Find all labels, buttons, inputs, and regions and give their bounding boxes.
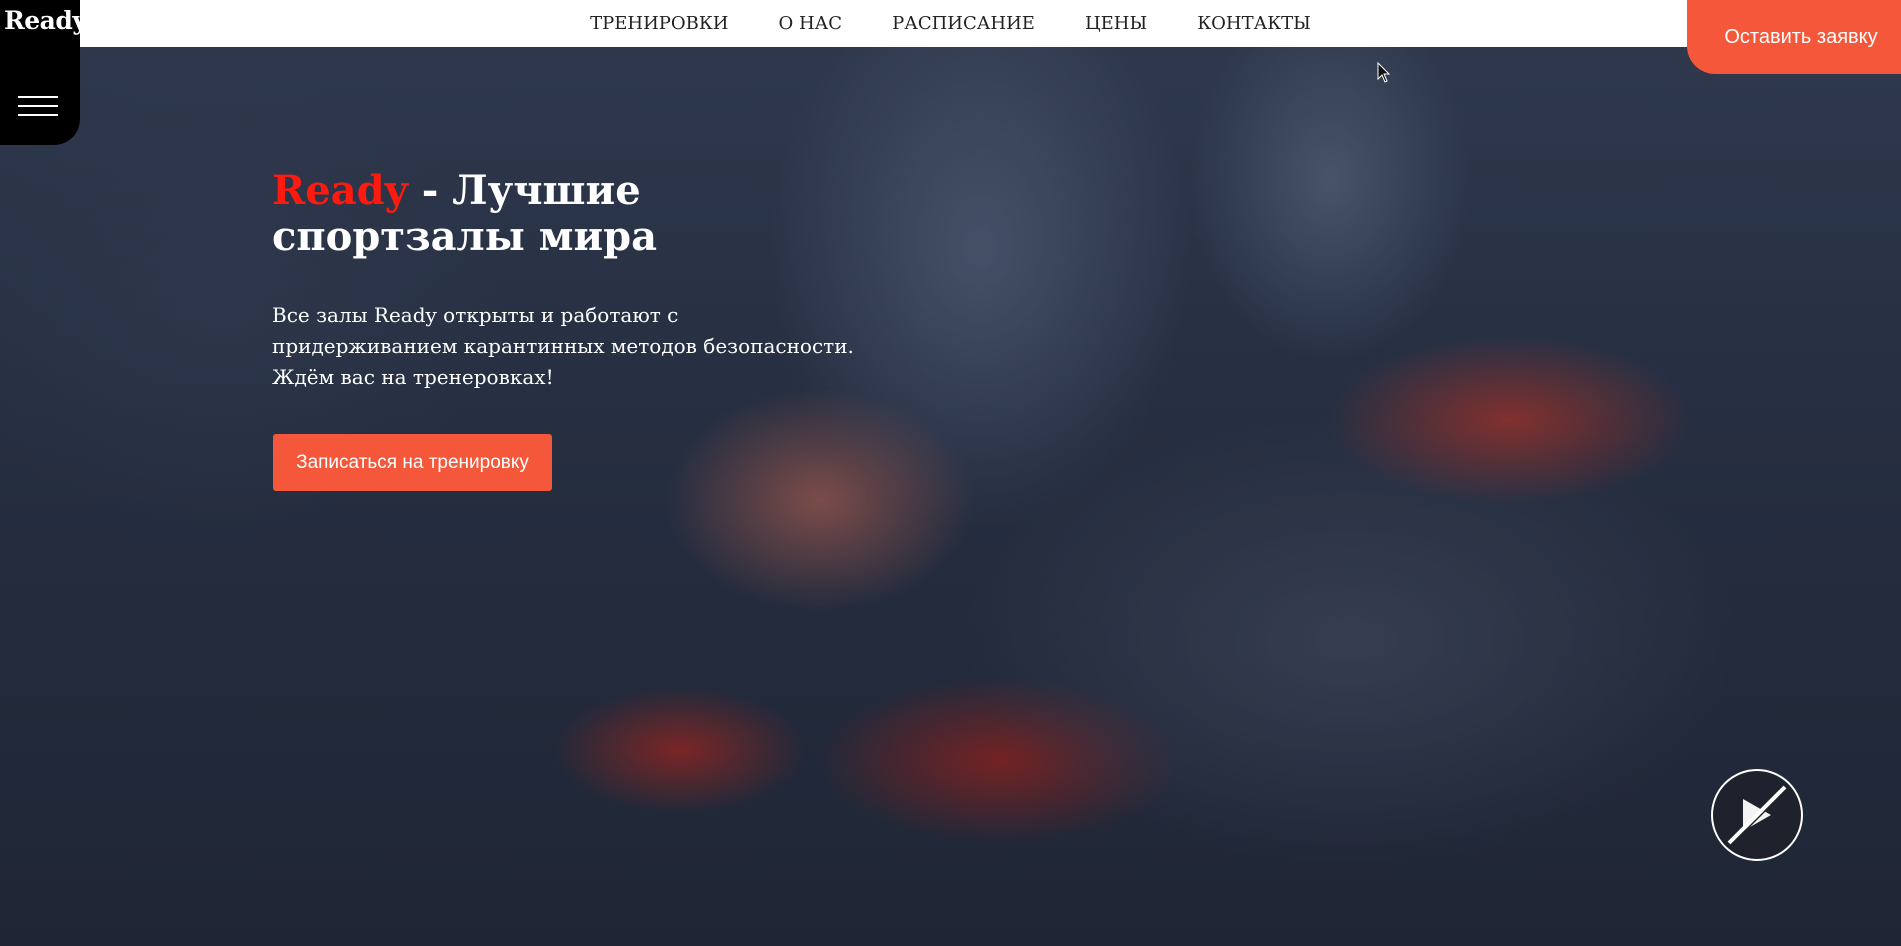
nav-item-about[interactable]: О НАС <box>779 13 843 34</box>
hamburger-line <box>18 114 58 116</box>
top-navbar: ТРЕНИРОВКИ О НАС РАСПИСАНИЕ ЦЕНЫ КОНТАКТ… <box>0 0 1901 47</box>
nav-item-prices[interactable]: ЦЕНЫ <box>1085 13 1147 34</box>
signup-training-label: Записаться на тренировку <box>296 451 529 473</box>
hamburger-line <box>18 105 58 107</box>
video-off-glyph <box>1727 785 1788 846</box>
hero-title: Ready - Лучшие спортзалы мира <box>272 168 772 260</box>
main-nav: ТРЕНИРОВКИ О НАС РАСПИСАНИЕ ЦЕНЫ КОНТАКТ… <box>0 0 1901 47</box>
hero-description-line: придерживанием карантинных методов безоп… <box>272 334 854 358</box>
nav-item-contacts[interactable]: КОНТАКТЫ <box>1197 13 1311 34</box>
page: ТРЕНИРОВКИ О НАС РАСПИСАНИЕ ЦЕНЫ КОНТАКТ… <box>0 0 1901 946</box>
hero-title-rest: - Лучшие <box>407 167 641 214</box>
hamburger-line <box>18 96 58 98</box>
request-button-label: Оставить заявку <box>1724 25 1878 48</box>
nav-item-schedule[interactable]: РАСПИСАНИЕ <box>892 13 1035 34</box>
logo-block: Ready <box>0 0 87 145</box>
hero-description-line: Все залы Ready открыты и работают с <box>272 303 679 327</box>
logo[interactable]: Ready <box>4 6 87 35</box>
hero-description: Все залы Ready открыты и работают с прид… <box>272 300 892 393</box>
hero-title-line2: спортзалы мира <box>272 213 658 260</box>
mouse-cursor-icon <box>1377 62 1391 83</box>
signup-training-button[interactable]: Записаться на тренировку <box>273 434 552 491</box>
hamburger-icon[interactable] <box>18 96 58 118</box>
request-button[interactable]: Оставить заявку <box>1687 0 1901 74</box>
hero-title-brand: Ready <box>272 167 408 214</box>
nav-item-trainings[interactable]: ТРЕНИРОВКИ <box>590 13 728 34</box>
hero-description-line: Ждём вас на тренеровках! <box>272 365 554 389</box>
video-off-icon[interactable] <box>1711 769 1803 861</box>
